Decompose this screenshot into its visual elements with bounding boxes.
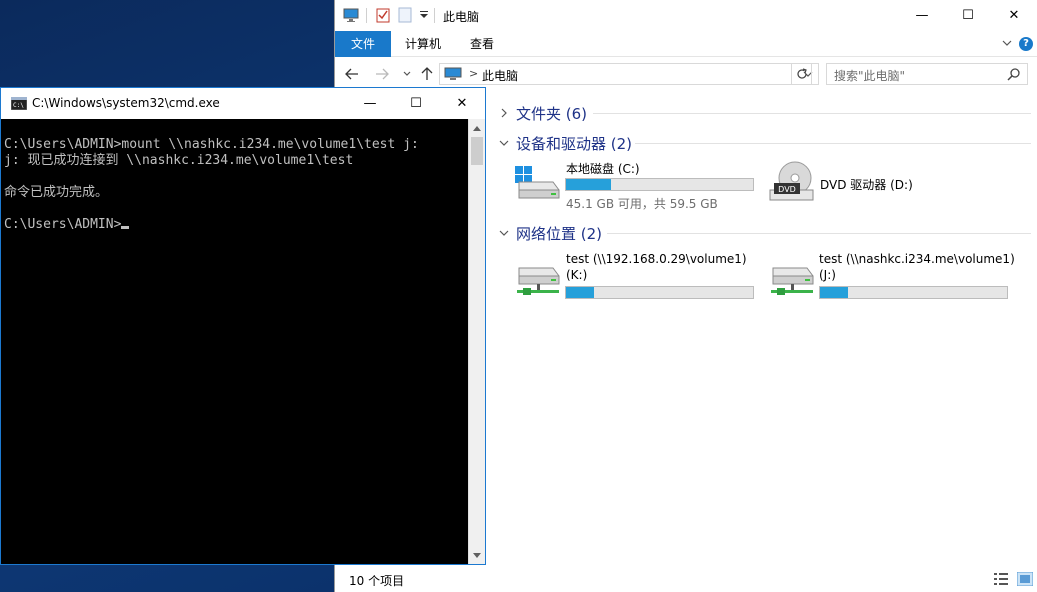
- cmd-minimize-button[interactable]: —: [347, 88, 393, 119]
- window-title: 此电脑: [443, 10, 480, 24]
- this-pc-address-icon: [444, 67, 462, 84]
- drive-c-name: 本地磁盘 (C:): [566, 162, 640, 176]
- network-drive-icon: [767, 266, 815, 303]
- network-drive-k-name: test (\\192.168.0.29\volume1): [566, 252, 747, 266]
- recent-locations-chevron-icon[interactable]: [398, 66, 416, 82]
- dvd-logo-text: DVD: [778, 185, 796, 194]
- cmd-close-button[interactable]: ✕: [439, 88, 485, 119]
- network-drive-j[interactable]: test (\\nashkc.i234.me\volume1) (J:): [767, 250, 1017, 304]
- console-line: C:\Users\ADMIN>mount \\nashkc.i234.me\vo…: [4, 137, 419, 152]
- group-folders-title: 文件夹 (6): [516, 105, 588, 123]
- expand-ribbon-chevron-icon[interactable]: [1001, 37, 1013, 52]
- group-devices-title: 设备和驱动器 (2): [516, 135, 633, 153]
- drive-d-name: DVD 驱动器 (D:): [820, 178, 913, 192]
- group-divider: [607, 233, 1031, 234]
- group-divider: [593, 113, 1031, 114]
- address-bar[interactable]: > 此电脑: [439, 63, 819, 85]
- search-box[interactable]: 搜索"此电脑": [826, 63, 1028, 85]
- item-count: 10 个项目: [349, 574, 405, 588]
- group-divider: [635, 143, 1031, 144]
- cmd-app-icon[interactable]: C:\: [10, 96, 28, 113]
- address-path[interactable]: 此电脑: [482, 67, 518, 84]
- group-network-title: 网络位置 (2): [516, 225, 603, 243]
- console-output[interactable]: C:\Users\ADMIN>mount \\nashkc.i234.me\vo…: [1, 119, 469, 564]
- scroll-down-arrow-icon[interactable]: [469, 547, 485, 564]
- cmd-scrollbar[interactable]: [468, 119, 485, 564]
- cmd-window: C:\ C:\Windows\system32\cmd.exe — ☐ ✕ C:…: [0, 87, 486, 565]
- cmd-icon-text: C:\: [13, 102, 24, 109]
- drive-c[interactable]: 本地磁盘 (C:) 45.1 GB 可用，共 59.5 GB: [513, 158, 763, 212]
- console-line: 命令已成功完成。: [4, 185, 109, 200]
- scrollbar-thumb[interactable]: [471, 137, 483, 165]
- details-view-icon[interactable]: [993, 572, 1009, 589]
- expand-chevron-icon[interactable]: [499, 107, 509, 121]
- console-prompt-line[interactable]: C:\Users\ADMIN>: [4, 217, 469, 233]
- close-button[interactable]: ✕: [991, 0, 1037, 31]
- network-drive-k-usage-fill: [566, 287, 595, 298]
- tab-computer[interactable]: 计算机: [395, 31, 451, 57]
- customize-quick-access-icon[interactable]: [419, 9, 429, 23]
- network-drive-j-letter: (J:): [819, 268, 836, 282]
- dvd-drive-icon: DVD: [767, 160, 817, 205]
- help-icon[interactable]: ?: [1019, 37, 1033, 51]
- refresh-icon: [796, 68, 807, 79]
- cmd-titlebar: C:\ C:\Windows\system32\cmd.exe — ☐ ✕: [1, 88, 485, 119]
- collapse-chevron-icon[interactable]: [499, 137, 509, 151]
- drive-c-usage-bar: [565, 178, 754, 191]
- console-prompt: C:\Users\ADMIN>: [4, 217, 122, 232]
- drive-d[interactable]: DVD DVD 驱动器 (D:): [767, 158, 987, 212]
- explorer-titlebar: 此电脑 — ☐ ✕: [335, 0, 1037, 31]
- console-line: j: 现已成功连接到 \\nashkc.i234.me\volume1\test: [4, 153, 354, 168]
- text-cursor: [121, 226, 130, 229]
- properties-icon[interactable]: [376, 7, 390, 26]
- breadcrumb-separator[interactable]: >: [469, 67, 478, 80]
- refresh-button[interactable]: [791, 63, 812, 85]
- tab-view[interactable]: 查看: [457, 31, 507, 57]
- drive-c-usage-fill: [566, 179, 611, 190]
- minimize-button[interactable]: —: [899, 0, 945, 31]
- windows-drive-icon: [513, 166, 561, 203]
- large-icons-view-icon[interactable]: [1016, 571, 1034, 589]
- tab-file[interactable]: 文件: [335, 31, 391, 57]
- network-drive-j-usage-bar: [819, 286, 1008, 299]
- network-drive-k[interactable]: test (\\192.168.0.29\volume1) (K:): [513, 250, 763, 304]
- cmd-maximize-button[interactable]: ☐: [393, 88, 439, 119]
- search-placeholder[interactable]: 搜索"此电脑": [834, 67, 905, 84]
- drive-c-free-space: 45.1 GB 可用，共 59.5 GB: [566, 197, 718, 211]
- maximize-button[interactable]: ☐: [945, 0, 991, 31]
- up-arrow-icon[interactable]: [418, 66, 436, 82]
- collapse-chevron-icon[interactable]: [499, 227, 509, 241]
- network-drive-j-name: test (\\nashkc.i234.me\volume1): [819, 252, 1015, 266]
- status-bar: 10 个项目: [335, 566, 1037, 592]
- network-drive-k-letter: (K:): [566, 268, 588, 282]
- network-drive-icon: [513, 266, 561, 303]
- new-folder-icon[interactable]: [398, 7, 412, 26]
- this-pc-icon[interactable]: [343, 7, 359, 26]
- cmd-title: C:\Windows\system32\cmd.exe: [32, 96, 220, 110]
- back-arrow-icon[interactable]: [343, 66, 361, 82]
- ribbon-tabs: 文件 计算机 查看 ?: [335, 31, 1037, 57]
- scroll-up-arrow-icon[interactable]: [469, 119, 485, 136]
- forward-arrow-icon[interactable]: [373, 66, 391, 82]
- network-drive-j-usage-fill: [820, 287, 849, 298]
- network-drive-k-usage-bar: [565, 286, 754, 299]
- search-icon[interactable]: [1007, 67, 1021, 84]
